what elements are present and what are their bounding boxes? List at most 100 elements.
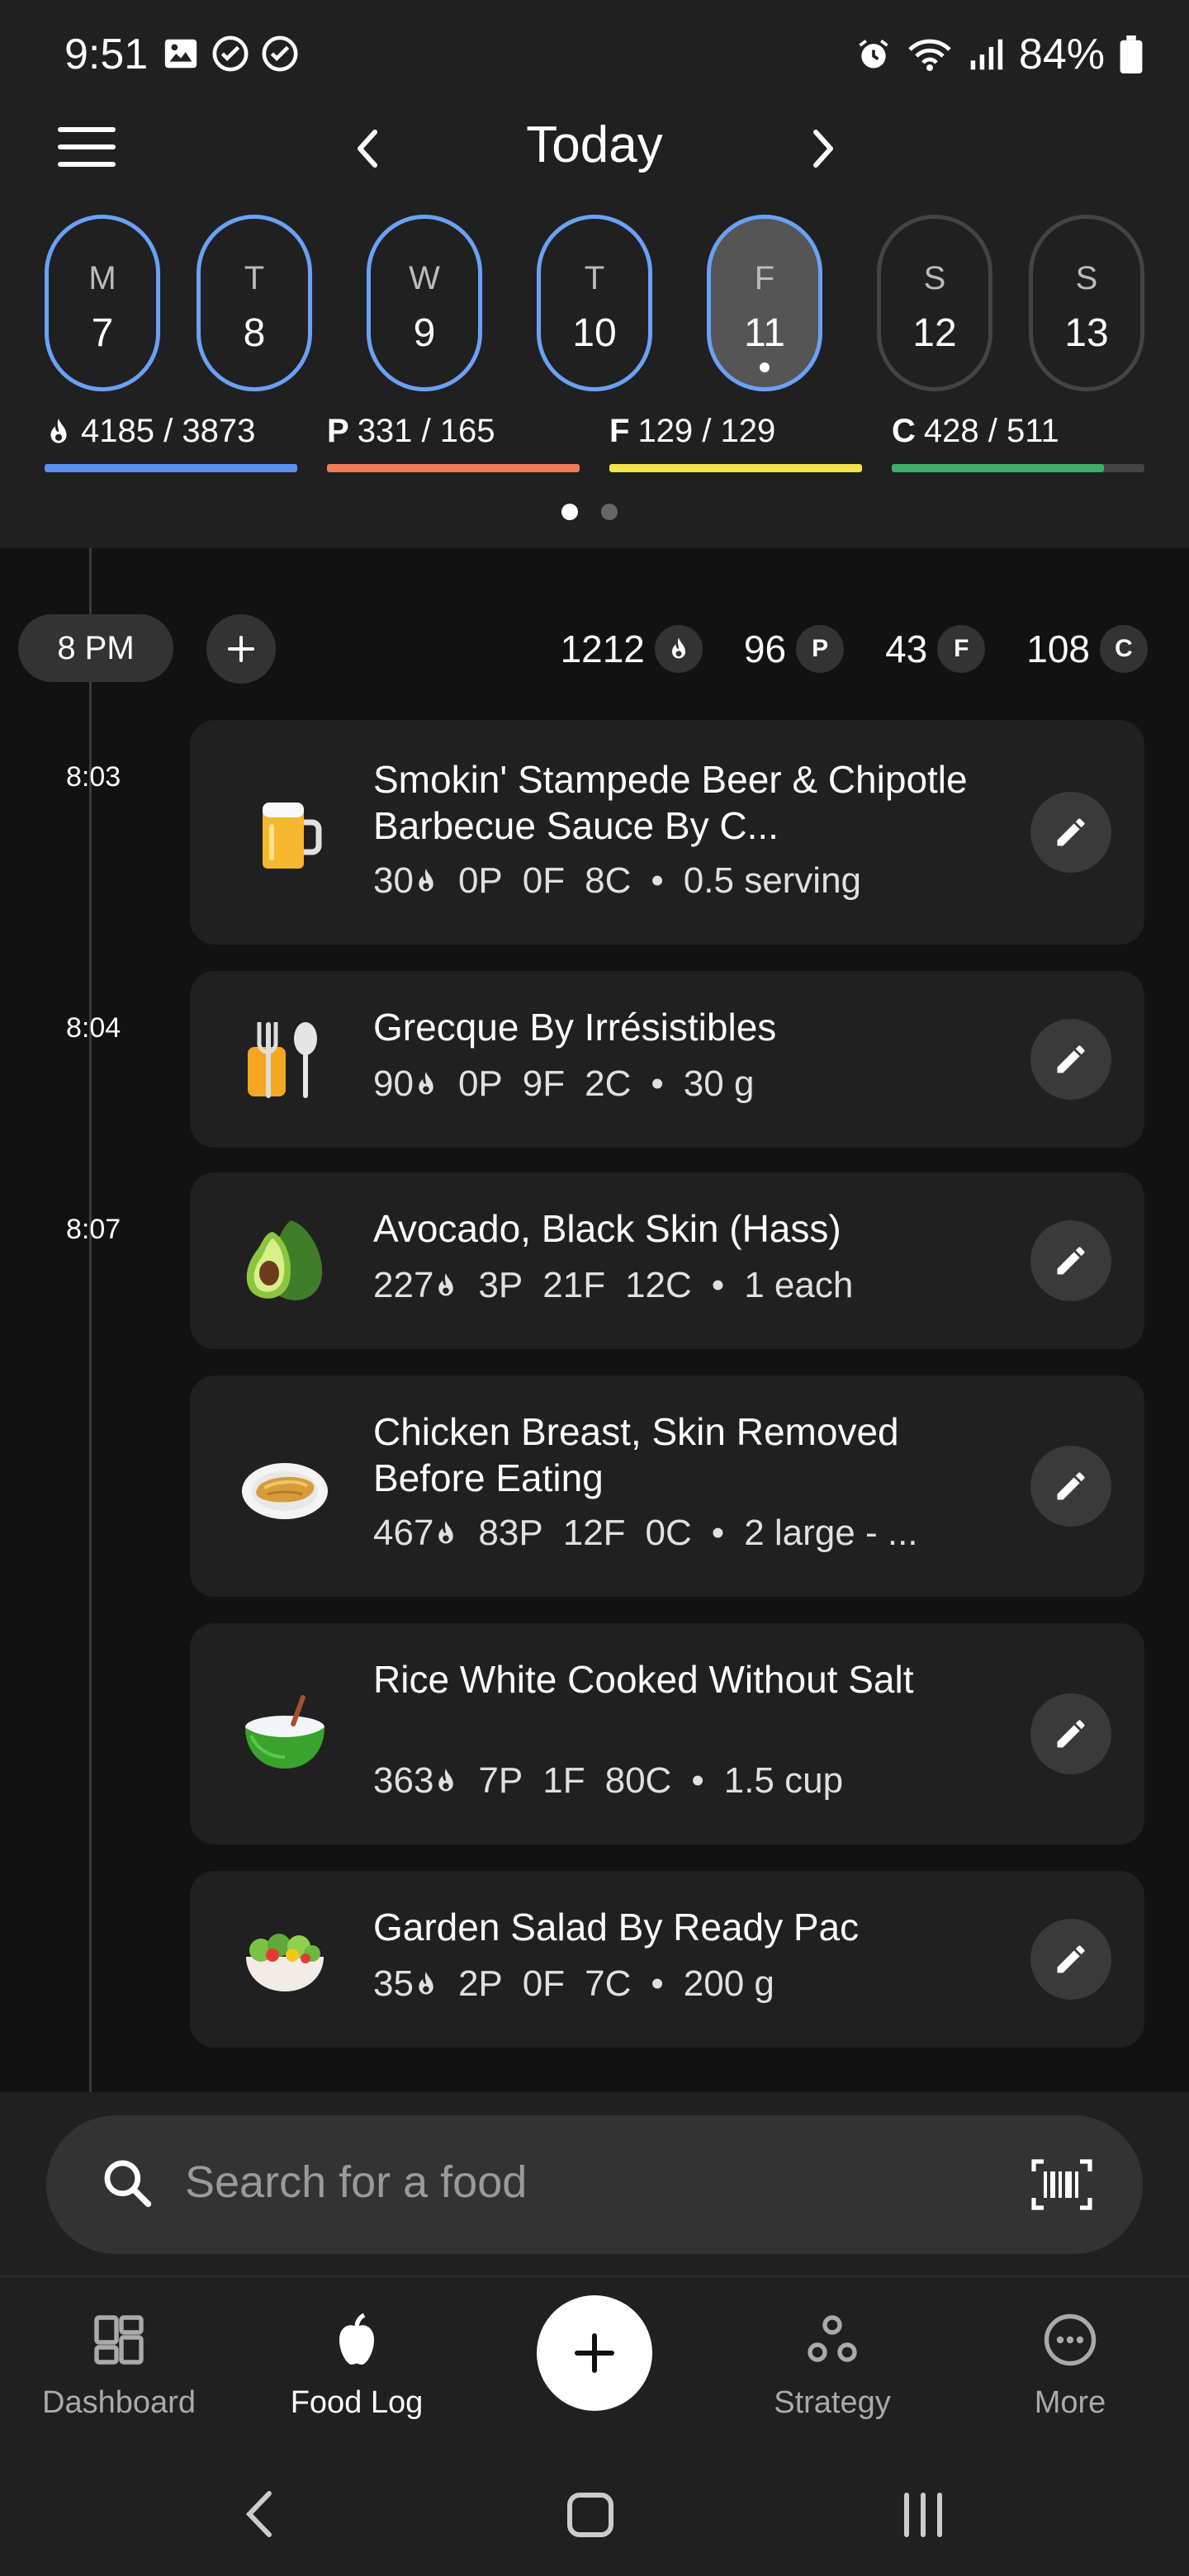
- pencil-icon: [1057, 1247, 1085, 1275]
- edit-button[interactable]: [1030, 792, 1111, 873]
- status-notification-icons: [162, 35, 299, 73]
- food-serving: 1 each: [744, 1265, 854, 1305]
- nav-more[interactable]: More: [971, 2310, 1169, 2421]
- pencil-icon: [1057, 818, 1085, 846]
- edit-button[interactable]: [1030, 1446, 1111, 1527]
- day-letter: S: [923, 260, 946, 296]
- carbs-bar: [892, 464, 1104, 472]
- edit-button[interactable]: [1030, 1220, 1111, 1301]
- fat-bar: [609, 464, 862, 472]
- barcode-scan-icon[interactable]: [1030, 2157, 1093, 2213]
- food-protein: 0P: [457, 860, 503, 901]
- food-entry-card[interactable]: Smokin' Stampede Beer & Chipotle Barbecu…: [190, 720, 1144, 945]
- day-number: 13: [1064, 311, 1109, 355]
- nav-food-log-label: Food Log: [290, 2385, 424, 2420]
- protein-progress-text: 331 / 165: [357, 413, 495, 449]
- day-pill[interactable]: T 10: [537, 215, 652, 391]
- carbs-progress: C 428 / 511: [892, 413, 1144, 479]
- food-entry-card[interactable]: Rice White Cooked Without Salt 363 7P 1F…: [190, 1623, 1144, 1844]
- meal-total-protein: 96 P: [744, 625, 845, 673]
- carbs-chip: C: [1100, 625, 1148, 673]
- food-calories: 35: [373, 1963, 414, 2004]
- entry-time: 8:04: [66, 1012, 121, 1044]
- food-entry-card[interactable]: Grecque By Irrésistibles 90 0P 9F 2C • 3…: [190, 971, 1144, 1148]
- food-fat: 12F: [562, 1513, 626, 1553]
- meal-time-pill[interactable]: 8 PM: [18, 614, 173, 682]
- flame-icon: [419, 869, 433, 892]
- nav-strategy[interactable]: Strategy: [733, 2310, 931, 2421]
- plus-icon: [575, 2333, 614, 2373]
- nav-dashboard-label: Dashboard: [42, 2385, 196, 2420]
- edit-button[interactable]: [1030, 1019, 1111, 1100]
- meal-total-calories-value: 1212: [560, 627, 645, 670]
- search-icon: [104, 2160, 152, 2208]
- bullet-separator: •: [651, 860, 664, 901]
- day-pill[interactable]: W 9: [367, 215, 482, 391]
- day-letter: M: [88, 260, 116, 296]
- nav-dashboard[interactable]: Dashboard: [20, 2310, 218, 2421]
- food-carbs: 8C: [585, 860, 632, 901]
- home-icon[interactable]: [565, 2490, 616, 2540]
- food-name: Smokin' Stampede Beer & Chipotle Barbecu…: [373, 758, 968, 847]
- day-pill-selected[interactable]: F 11: [707, 215, 822, 391]
- food-serving: 2 large - ...: [744, 1513, 918, 1553]
- food-calories: 363: [373, 1760, 434, 1801]
- food-nutrition: 35 2P 0F 7C • 200 g: [373, 1963, 775, 2005]
- recents-icon[interactable]: [898, 2488, 948, 2541]
- back-icon[interactable]: [239, 2487, 281, 2541]
- bullet-separator: •: [711, 1265, 725, 1305]
- pencil-icon: [1057, 1945, 1085, 1973]
- pencil-icon: [1057, 1472, 1085, 1500]
- day-pill[interactable]: S 13: [1029, 215, 1144, 391]
- protein-progress: P 331 / 165: [327, 413, 580, 479]
- macro-summary[interactable]: 4185 / 3873 P 331 / 165 F 129 / 129 C 428 /…: [0, 413, 1189, 479]
- day-pill[interactable]: T 8: [197, 215, 312, 391]
- food-serving: 0.5 serving: [683, 860, 862, 901]
- menu-icon[interactable]: [58, 124, 121, 170]
- add-to-meal-button[interactable]: [206, 614, 276, 684]
- edit-button[interactable]: [1030, 1693, 1111, 1774]
- edit-button[interactable]: [1030, 1919, 1111, 2000]
- pencil-icon: [1057, 1045, 1085, 1073]
- flame-icon: [438, 1769, 454, 1792]
- beer-mug-icon: [263, 803, 322, 869]
- food-carbs: 12C: [625, 1265, 692, 1305]
- food-entry-card[interactable]: Chicken Breast, Skin Removed Before Eati…: [190, 1376, 1144, 1597]
- day-pill[interactable]: M 7: [45, 215, 160, 391]
- add-button[interactable]: [537, 2295, 652, 2411]
- bullet-separator: •: [651, 1963, 664, 2004]
- nav-food-log[interactable]: Food Log: [258, 2310, 456, 2421]
- search-input[interactable]: Search for a food: [46, 2115, 1143, 2254]
- food-name: Chicken Breast, Skin Removed Before Eati…: [373, 1410, 899, 1499]
- fat-chip: F: [937, 625, 986, 673]
- page-dot: [601, 504, 618, 520]
- fat-prefix: F: [609, 413, 630, 449]
- flame-icon: [419, 1972, 433, 1995]
- flame-icon: [438, 1521, 454, 1544]
- food-entry-card[interactable]: Garden Salad By Ready Pac 35 2P 0F 7C • …: [190, 1871, 1144, 2048]
- day-pill[interactable]: S 12: [877, 215, 992, 391]
- flame-icon: [419, 1072, 433, 1095]
- food-entry-card[interactable]: Avocado, Black Skin (Hass) 227 3P 21F 12…: [190, 1172, 1144, 1349]
- fat-progress-text: 129 / 129: [637, 413, 776, 449]
- day-number: 8: [243, 311, 266, 355]
- bullet-separator: •: [691, 1760, 704, 1801]
- food-nutrition: 467 83P 12F 0C • 2 large - ...: [373, 1513, 918, 1554]
- page-indicator: [561, 504, 618, 520]
- flame-icon: [671, 637, 685, 659]
- food-calories: 467: [373, 1513, 434, 1553]
- meal-total-fat-value: 43: [885, 627, 928, 670]
- flame-icon: [50, 418, 67, 443]
- gallery-icon: [164, 39, 197, 69]
- food-fat: 1F: [542, 1760, 585, 1801]
- status-bar: 9:51 84%: [0, 0, 1189, 112]
- food-nutrition: 227 3P 21F 12C • 1 each: [373, 1265, 853, 1306]
- day-number: 11: [744, 311, 785, 355]
- chevron-left-icon[interactable]: [347, 124, 388, 173]
- food-calories: 227: [373, 1265, 434, 1305]
- calorie-progress: 4185 / 3873: [45, 413, 297, 479]
- food-carbs: 0C: [645, 1513, 692, 1553]
- week-strip: M 7 T 8 W 9 T 10 F 11 S 12 S 13: [0, 215, 1189, 391]
- chevron-right-icon[interactable]: [803, 124, 844, 173]
- day-number: 7: [91, 311, 114, 355]
